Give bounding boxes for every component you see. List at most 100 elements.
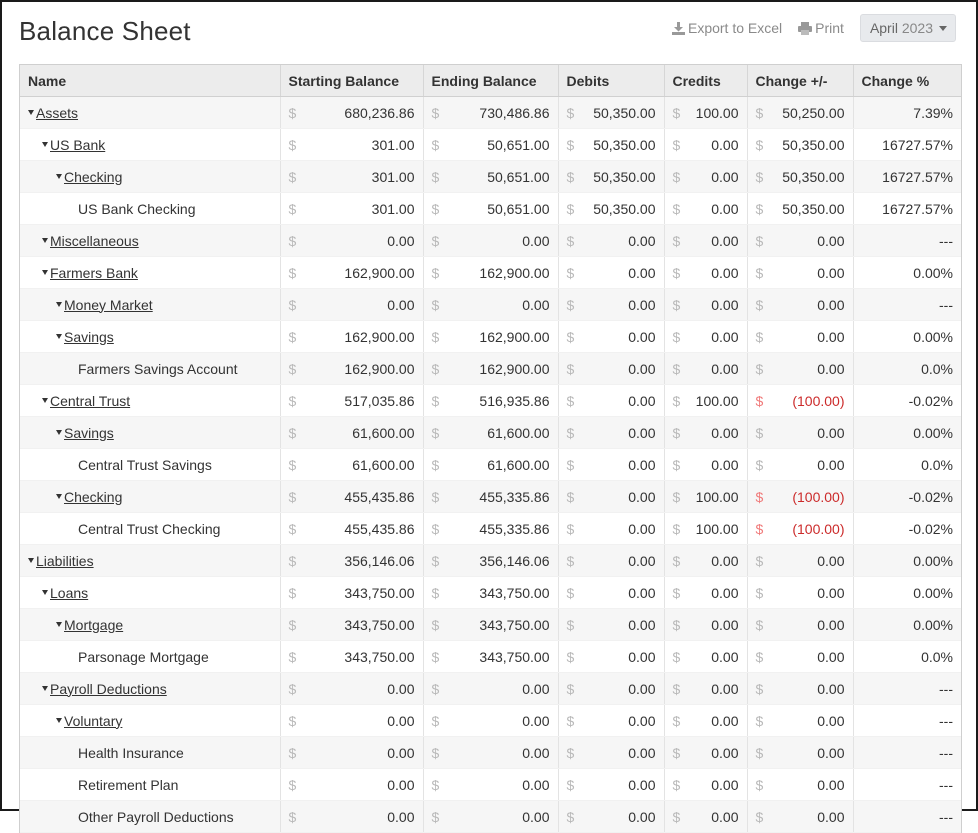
currency-symbol: $ [566, 168, 575, 185]
end-cell: $516,935.86 [423, 384, 559, 417]
account-group-link[interactable]: Farmers Bank [50, 265, 138, 281]
account-group-link[interactable]: Savings [64, 329, 114, 345]
change-cell: $0.00 [747, 672, 854, 705]
name-cell: Savings [20, 416, 281, 449]
debits-value: 0.00 [628, 552, 656, 569]
account-group-link[interactable]: Voluntary [64, 713, 122, 729]
table-row: Central Trust Savings $61,600.00 $61,600.0… [20, 448, 961, 481]
credits-value: 0.00 [711, 648, 739, 665]
currency-symbol: $ [288, 520, 297, 537]
change-pct-cell: --- [853, 224, 961, 257]
caret-down-icon[interactable] [56, 334, 62, 339]
export-to-excel-button[interactable]: Export to Excel [671, 20, 782, 36]
account-group-link[interactable]: Savings [64, 425, 114, 441]
caret-down-icon[interactable] [28, 110, 34, 115]
account-group-link[interactable]: Checking [64, 489, 122, 505]
month-selector[interactable]: April 2023 [859, 14, 956, 42]
account-group-link[interactable]: Checking [64, 169, 122, 185]
name-cell: Miscellaneous [20, 224, 281, 257]
change-cell: $0.00 [747, 352, 854, 385]
credits-value: 0.00 [711, 328, 739, 345]
credits-cell: $0.00 [664, 256, 748, 289]
caret-down-icon[interactable] [56, 494, 62, 499]
change-cell: $0.00 [747, 576, 854, 609]
currency-symbol: $ [672, 616, 681, 633]
change-pct-cell: 0.00% [853, 416, 961, 449]
column-header-credits[interactable]: Credits [664, 65, 748, 97]
print-button[interactable]: Print [798, 20, 844, 36]
debits-value: 0.00 [628, 328, 656, 345]
end-cell: $61,600.00 [423, 448, 559, 481]
table-row: Farmers Bank $162,900.00 $162,900.00 $0.00 $… [20, 256, 961, 289]
credits-value: 0.00 [711, 552, 739, 569]
start-cell: $343,750.00 [280, 576, 424, 609]
column-header-debits[interactable]: Debits [558, 65, 665, 97]
debits-value: 0.00 [628, 744, 656, 761]
year-label: 2023 [901, 20, 933, 36]
column-header-starting-balance[interactable]: Starting Balance [280, 65, 424, 97]
account-group-link[interactable]: Assets [36, 105, 78, 121]
debits-cell: $50,350.00 [558, 192, 665, 225]
currency-symbol: $ [431, 520, 440, 537]
account-group-link[interactable]: US Bank [50, 137, 105, 153]
table-row: Parsonage Mortgage $343,750.00 $343,750.00… [20, 640, 961, 673]
currency-symbol: $ [288, 424, 297, 441]
currency-symbol: $ [431, 136, 440, 153]
currency-symbol: $ [431, 328, 440, 345]
name-cell: US Bank Checking [20, 192, 281, 225]
caret-down-icon[interactable] [42, 398, 48, 403]
column-header-change-pct[interactable]: Change % [853, 65, 961, 97]
start-value: 0.00 [387, 296, 415, 313]
currency-symbol: $ [431, 744, 440, 761]
currency-symbol: $ [672, 680, 681, 697]
caret-down-icon[interactable] [56, 430, 62, 435]
column-header-name[interactable]: Name [20, 65, 281, 97]
caret-down-icon[interactable] [56, 718, 62, 723]
end-value: 455,335.86 [479, 520, 550, 537]
caret-down-icon[interactable] [42, 142, 48, 147]
debits-cell: $0.00 [558, 448, 665, 481]
caret-down-icon[interactable] [56, 302, 62, 307]
account-group-link[interactable]: Mortgage [64, 617, 123, 633]
end-value: 0.00 [522, 744, 550, 761]
table-row: Miscellaneous $0.00 $0.00 $0.00 $0.00 $0.00 --… [20, 224, 961, 257]
credits-cell: $0.00 [664, 224, 748, 257]
caret-down-icon[interactable] [28, 558, 34, 563]
caret-down-icon[interactable] [42, 238, 48, 243]
caret-down-icon[interactable] [42, 270, 48, 275]
caret-down-icon[interactable] [56, 622, 62, 627]
table-row: Payroll Deductions $0.00 $0.00 $0.00 $0.00 $0… [20, 672, 961, 705]
account-group-link[interactable]: Miscellaneous [50, 233, 139, 249]
currency-symbol: $ [431, 296, 440, 313]
credits-value: 100.00 [695, 392, 739, 409]
end-cell: $455,335.86 [423, 512, 559, 545]
change-cell: $ (100.00) [747, 512, 854, 545]
debits-cell: $0.00 [558, 800, 665, 833]
change-value: 50,250.00 [782, 104, 845, 121]
account-group-link[interactable]: Payroll Deductions [50, 681, 167, 697]
credits-cell: $0.00 [664, 800, 748, 833]
credits-value: 100.00 [695, 488, 739, 505]
end-value: 50,651.00 [487, 200, 550, 217]
caret-down-icon[interactable] [42, 590, 48, 595]
account-group-link[interactable]: Liabilities [36, 553, 94, 569]
account-group-link[interactable]: Loans [50, 585, 88, 601]
credits-cell: $0.00 [664, 736, 748, 769]
column-header-ending-balance[interactable]: Ending Balance [423, 65, 559, 97]
account-group-link[interactable]: Money Market [64, 297, 153, 313]
column-header-change[interactable]: Change +/- [747, 65, 854, 97]
change-pct-cell: 0.00% [853, 576, 961, 609]
caret-down-icon[interactable] [42, 686, 48, 691]
account-name: Parsonage Mortgage [78, 648, 209, 665]
currency-symbol: $ [288, 264, 297, 281]
table-row: Central Trust Checking $455,435.86 $455,33… [20, 512, 961, 545]
account-name: Central Trust Savings [78, 456, 212, 473]
account-group-link[interactable]: Central Trust [50, 393, 130, 409]
end-value: 61,600.00 [487, 424, 550, 441]
caret-down-icon[interactable] [56, 174, 62, 179]
debits-cell: $0.00 [558, 320, 665, 353]
end-value: 162,900.00 [479, 264, 550, 281]
end-cell: $0.00 [423, 224, 559, 257]
table-row: Checking $301.00 $50,651.00 $50,350.00 $0.00… [20, 160, 961, 193]
table-row: Voluntary $0.00 $0.00 $0.00 $0.00 $0.00 --- [20, 704, 961, 737]
